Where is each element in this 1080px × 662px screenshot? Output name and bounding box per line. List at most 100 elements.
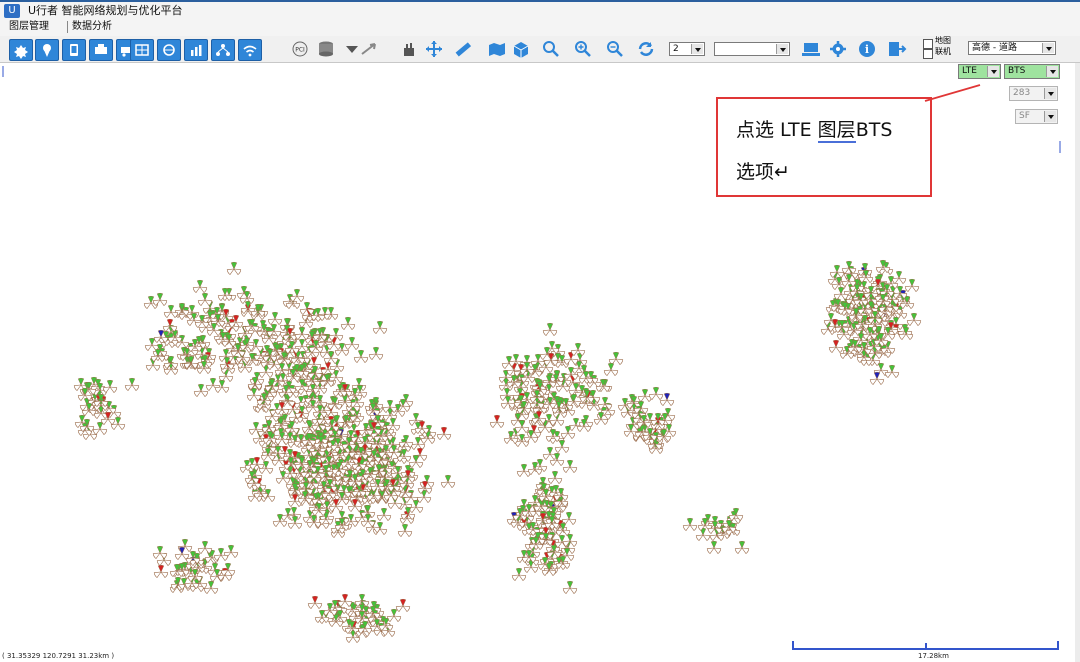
menu-divider xyxy=(67,21,68,33)
map-canvas[interactable]: 点选 LTE 图层BTS 选项↵ LTE BTS 283 SF xyxy=(0,63,1075,662)
bts-site-marker[interactable] xyxy=(395,598,411,613)
bts-site-marker[interactable] xyxy=(192,279,208,294)
bts-site-marker[interactable] xyxy=(648,386,664,401)
chevron-down-icon xyxy=(776,44,788,54)
bts-site-marker[interactable] xyxy=(267,311,283,326)
map-checkbox[interactable] xyxy=(923,39,933,49)
bts-site-marker[interactable] xyxy=(436,426,452,441)
bts-site-marker[interactable] xyxy=(706,540,722,555)
bts-site-marker[interactable] xyxy=(294,326,310,341)
bts-site-marker[interactable] xyxy=(734,540,750,555)
selection-select[interactable] xyxy=(714,42,790,56)
menu-data-analysis[interactable]: 数据分析 xyxy=(69,20,115,34)
bts-site-marker[interactable] xyxy=(603,362,619,377)
bts-site-marker[interactable] xyxy=(891,270,907,285)
grid-icon[interactable] xyxy=(130,39,154,61)
move-icon[interactable] xyxy=(423,39,445,59)
bts-site-marker[interactable] xyxy=(682,517,698,532)
network-select[interactable]: LTE xyxy=(958,64,1001,79)
bts-site-marker[interactable] xyxy=(562,459,578,474)
bts-site-marker[interactable] xyxy=(554,439,570,454)
zoom-out-icon[interactable] xyxy=(604,39,626,59)
bts-site-marker[interactable] xyxy=(124,377,140,392)
zoom-in-icon[interactable] xyxy=(572,39,594,59)
layer-select[interactable]: BTS xyxy=(1004,64,1060,79)
monitor-icon[interactable] xyxy=(800,39,822,59)
zoom-level-select[interactable]: 2 xyxy=(669,42,705,56)
hand-icon[interactable] xyxy=(398,39,420,59)
tree-icon[interactable] xyxy=(211,39,235,61)
bts-site-marker[interactable] xyxy=(563,351,579,366)
bts-site-marker[interactable] xyxy=(397,523,413,538)
option-value: SF xyxy=(1019,111,1030,121)
bts-site-marker[interactable] xyxy=(489,414,505,429)
bts-site-marker[interactable] xyxy=(226,261,242,276)
band-select[interactable]: 283 xyxy=(1009,86,1058,101)
pin-icon[interactable] xyxy=(35,39,59,61)
bts-site-marker[interactable] xyxy=(547,470,563,485)
coordinate-readout: ( 31.35329 120.7291 31.23km ) xyxy=(2,652,115,660)
bts-site-marker[interactable] xyxy=(829,264,845,279)
bts-site-marker[interactable] xyxy=(340,316,356,331)
bts-site-marker[interactable] xyxy=(372,320,388,335)
bts-site-marker[interactable] xyxy=(153,564,169,579)
app-logo-icon: U xyxy=(4,4,20,18)
refresh-icon[interactable] xyxy=(635,39,657,59)
bts-site-marker[interactable] xyxy=(92,421,108,436)
callout-pointer xyxy=(924,84,981,102)
bts-site-marker[interactable] xyxy=(197,540,213,555)
vertical-scrollbar[interactable] xyxy=(1075,63,1080,662)
scale-label: 17.28km xyxy=(918,652,949,660)
bts-site-marker[interactable] xyxy=(906,312,922,327)
map-style-value: 高德 - 道路 xyxy=(972,43,1017,53)
window-title: U行者 智能网络规划与优化平台 xyxy=(28,4,183,17)
bts-site-marker[interactable] xyxy=(869,371,885,386)
info-icon[interactable]: i xyxy=(856,39,878,59)
bts-site-marker[interactable] xyxy=(440,474,456,489)
map-icon[interactable] xyxy=(486,39,508,59)
phone-icon[interactable] xyxy=(62,39,86,61)
map-style-select[interactable]: 高德 - 道路 xyxy=(968,41,1056,55)
menu-bar: 图层管理 数据分析 xyxy=(0,19,1080,36)
scale-bar xyxy=(792,641,1059,650)
wifi-icon[interactable] xyxy=(238,39,262,61)
tool-icon[interactable] xyxy=(89,39,113,61)
online-checkbox[interactable] xyxy=(923,49,933,59)
bts-site-marker[interactable] xyxy=(904,278,920,293)
ruler-icon[interactable] xyxy=(452,39,474,59)
exit-icon[interactable] xyxy=(885,39,907,59)
bts-site-marker[interactable] xyxy=(353,349,369,364)
title-bar: U U行者 智能网络规划与优化平台 xyxy=(0,2,1080,20)
bts-site-marker[interactable] xyxy=(828,339,844,354)
bts-site-marker[interactable] xyxy=(152,292,168,307)
chevron-down-icon xyxy=(1042,43,1054,53)
bts-site-marker[interactable] xyxy=(197,292,213,307)
bts-site-marker[interactable] xyxy=(514,419,530,434)
globe-icon[interactable] xyxy=(157,39,181,61)
zoom-level-value: 2 xyxy=(673,44,679,54)
chevron-down-icon xyxy=(1046,66,1058,77)
zoom-icon[interactable] xyxy=(540,39,562,59)
settings-icon[interactable] xyxy=(827,39,849,59)
bts-site-marker[interactable] xyxy=(152,545,168,560)
database-icon[interactable] xyxy=(315,39,337,59)
bts-site-marker[interactable] xyxy=(562,580,578,595)
option-select[interactable]: SF xyxy=(1015,109,1058,124)
bts-site-marker[interactable] xyxy=(695,527,711,542)
cube-icon[interactable] xyxy=(510,39,532,59)
bts-site-marker[interactable] xyxy=(511,567,527,582)
bts-site-marker[interactable] xyxy=(307,595,323,610)
bts-site-marker[interactable] xyxy=(203,580,219,595)
gear-icon[interactable] xyxy=(9,39,33,61)
chart-icon[interactable] xyxy=(184,39,208,61)
bts-site-marker[interactable] xyxy=(344,336,360,351)
bts-site-marker[interactable] xyxy=(542,322,558,337)
bts-site-marker[interactable] xyxy=(841,260,857,275)
pci-icon[interactable]: PCI xyxy=(289,39,311,59)
band-value: 283 xyxy=(1013,88,1031,98)
bts-site-marker[interactable] xyxy=(376,507,392,522)
arrow-icon[interactable] xyxy=(358,39,380,59)
layer-value: BTS xyxy=(1008,66,1026,76)
bts-site-marker[interactable] xyxy=(368,346,384,361)
menu-layer-management[interactable]: 图层管理 xyxy=(6,20,52,34)
